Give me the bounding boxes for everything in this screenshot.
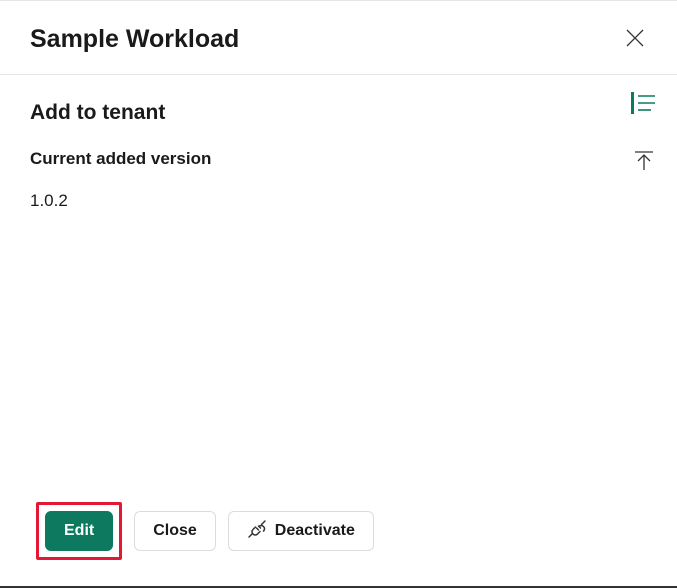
unplug-icon bbox=[247, 519, 267, 544]
footer-actions: Edit Close Deactivate bbox=[36, 502, 374, 560]
side-toolbar bbox=[627, 87, 661, 179]
main-content: Add to tenant Current added version 1.0.… bbox=[0, 75, 677, 211]
deactivate-button[interactable]: Deactivate bbox=[228, 511, 374, 551]
edit-button[interactable]: Edit bbox=[45, 511, 113, 551]
version-label: Current added version bbox=[30, 149, 647, 169]
panel-header: Sample Workload bbox=[0, 1, 677, 75]
edit-highlight: Edit bbox=[36, 502, 122, 560]
content-wrapper: Add to tenant Current added version 1.0.… bbox=[0, 75, 677, 211]
close-icon bbox=[625, 28, 645, 51]
list-view-button[interactable] bbox=[627, 87, 661, 122]
version-value: 1.0.2 bbox=[30, 191, 647, 211]
close-panel-button[interactable]: Close bbox=[134, 511, 216, 551]
close-button[interactable] bbox=[621, 26, 649, 54]
list-icon bbox=[631, 91, 657, 118]
panel-title: Sample Workload bbox=[30, 25, 239, 54]
arrow-top-icon bbox=[633, 150, 655, 175]
deactivate-label: Deactivate bbox=[275, 522, 355, 540]
section-subtitle: Add to tenant bbox=[30, 101, 647, 125]
collapse-button[interactable] bbox=[629, 146, 659, 179]
